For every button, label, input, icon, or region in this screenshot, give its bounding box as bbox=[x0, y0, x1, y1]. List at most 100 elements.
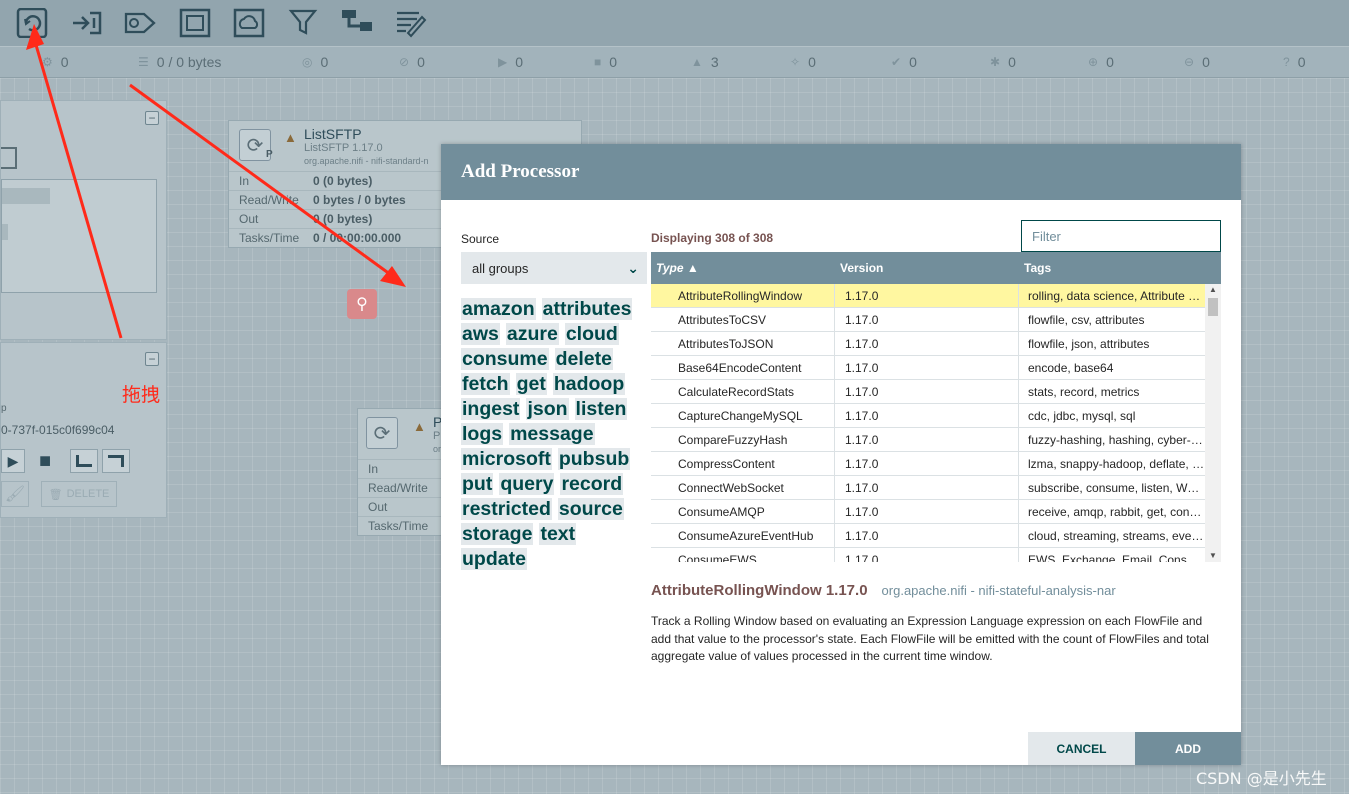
table-row[interactable]: ConsumeAMQP 1.17.0 receive, amqp, rabbit, … bbox=[651, 500, 1205, 524]
table-row[interactable]: AttributesToCSV 1.17.0 flowfile, csv, attr… bbox=[651, 308, 1205, 332]
stats-value: 0 (0 bytes) bbox=[313, 174, 373, 188]
column-type[interactable]: Type ▲ bbox=[651, 261, 835, 275]
play-icon: ▶ bbox=[498, 55, 508, 69]
stats-key: In bbox=[239, 174, 250, 188]
tag-fetch[interactable]: fetch bbox=[461, 373, 510, 395]
tag-cloud: amazon attributes aws azure cloud consume de… bbox=[461, 298, 643, 573]
process-group-panel-lower[interactable]: − p 0-737f-015c0f699c04 ▶ ■ 🖌 🗑 DELETE bbox=[0, 342, 167, 518]
template-button[interactable] bbox=[70, 449, 98, 473]
cell-tags: fuzzy-hashing, hashing, cyber-security bbox=[1028, 432, 1205, 447]
cancel-button[interactable]: CANCEL bbox=[1028, 732, 1135, 765]
cell-version: 1.17.0 bbox=[835, 332, 1019, 355]
remote-process-group-tool[interactable] bbox=[230, 6, 268, 40]
errors-status: ⊖ 0 bbox=[1184, 54, 1210, 70]
output-port-tool[interactable] bbox=[122, 6, 160, 40]
delete-label: DELETE bbox=[66, 488, 110, 500]
drop-search-button[interactable]: ⚲ bbox=[347, 289, 377, 319]
tag-message[interactable]: message bbox=[509, 423, 595, 445]
cell-version: 1.17.0 bbox=[835, 452, 1019, 475]
threads-icon: ⚙ bbox=[42, 55, 53, 69]
table-row[interactable]: CaptureChangeMySQL 1.17.0 cdc, jdbc, mysql… bbox=[651, 404, 1205, 428]
stop-icon: ■ bbox=[594, 55, 602, 69]
tag-source[interactable]: source bbox=[557, 498, 624, 520]
stats-value: 0 / 00:00:00.000 bbox=[313, 231, 402, 245]
search-icon: ⚲ bbox=[356, 296, 368, 313]
delete-button[interactable]: 🗑 DELETE bbox=[41, 481, 117, 507]
flow-status-bar: ⚙ 0 ☰ 0 / 0 bytes ◎ 0 ⊘ 0 ▶ 0 ■ 0 ▲ 3 ✧ 0 ✔ 0 ✱ 0 … bbox=[0, 46, 1349, 78]
locally-modified-status: ✱ 0 bbox=[990, 54, 1016, 70]
not-transmitting-status: ⊘ 0 bbox=[399, 54, 425, 70]
scroll-thumb[interactable] bbox=[1208, 298, 1218, 316]
source-select[interactable]: all groups ⌄ bbox=[461, 252, 647, 284]
scroll-down-icon[interactable]: ▼ bbox=[1205, 550, 1221, 562]
cell-type: ConsumeAzureEventHub bbox=[651, 524, 835, 547]
table-row[interactable]: ConsumeAzureEventHub 1.17.0 cloud, streami… bbox=[651, 524, 1205, 548]
tag-query[interactable]: query bbox=[499, 473, 555, 495]
tag-aws[interactable]: aws bbox=[461, 323, 500, 345]
table-row[interactable]: AttributesToJSON 1.17.0 flowfile, json, at… bbox=[651, 332, 1205, 356]
tag-storage[interactable]: storage bbox=[461, 523, 534, 545]
collapse-button-lower[interactable]: − bbox=[145, 352, 159, 366]
tag-attributes[interactable]: attributes bbox=[541, 298, 633, 320]
tag-listen[interactable]: listen bbox=[574, 398, 628, 420]
process-group-panel[interactable]: − bbox=[0, 100, 167, 340]
filter-input[interactable] bbox=[1021, 220, 1221, 252]
cell-tags: encode, base64 bbox=[1028, 360, 1114, 375]
tag-ingest[interactable]: ingest bbox=[461, 398, 521, 420]
asterisk-icon: ✱ bbox=[990, 55, 1001, 69]
table-row[interactable]: AttributeRollingWindow 1.17.0 rolling, dat… bbox=[651, 284, 1205, 308]
stop-icon: ■ bbox=[38, 449, 52, 472]
column-tags[interactable]: Tags bbox=[1019, 261, 1221, 275]
up-to-date-status: ✔ 0 bbox=[891, 54, 917, 70]
table-row[interactable]: Base64EncodeContent 1.17.0 encode, base64 bbox=[651, 356, 1205, 380]
tag-azure[interactable]: azure bbox=[505, 323, 559, 345]
tag-json[interactable]: json bbox=[526, 398, 569, 420]
stopped-status: ■ 0 bbox=[594, 54, 618, 70]
tag-cloud[interactable]: cloud bbox=[564, 323, 619, 345]
tag-put[interactable]: put bbox=[461, 473, 494, 495]
tag-delete[interactable]: delete bbox=[554, 348, 613, 370]
tag-get[interactable]: get bbox=[515, 373, 547, 395]
start-button[interactable]: ▶ bbox=[1, 449, 25, 473]
table-body: AttributeRollingWindow 1.17.0 rolling, dat… bbox=[651, 284, 1205, 562]
template-icon bbox=[342, 10, 372, 31]
tag-update[interactable]: update bbox=[461, 548, 527, 570]
tag-microsoft[interactable]: microsoft bbox=[461, 448, 552, 470]
table-row[interactable]: CompareFuzzyHash 1.17.0 fuzzy-hashing, has… bbox=[651, 428, 1205, 452]
tag-amazon[interactable]: amazon bbox=[461, 298, 536, 320]
collapse-button[interactable]: − bbox=[145, 111, 159, 125]
add-button[interactable]: ADD bbox=[1135, 732, 1241, 765]
column-version[interactable]: Version bbox=[835, 261, 1019, 275]
output-port-icon bbox=[124, 12, 156, 34]
tag-pubsub[interactable]: pubsub bbox=[557, 448, 631, 470]
tag-hadoop[interactable]: hadoop bbox=[552, 373, 626, 395]
upload-template-button[interactable] bbox=[102, 449, 130, 473]
stats-key: Out bbox=[368, 500, 388, 514]
dialog-header: Add Processor bbox=[441, 144, 1241, 200]
funnel-tool[interactable] bbox=[284, 6, 322, 40]
processor-version: ListSFTP 1.17.0 bbox=[304, 142, 383, 154]
table-row[interactable]: CalculateRecordStats 1.17.0 stats, record,… bbox=[651, 380, 1205, 404]
table-row[interactable]: CompressContent 1.17.0 lzma, snappy-hadoop… bbox=[651, 452, 1205, 476]
cell-type: CaptureChangeMySQL bbox=[651, 404, 835, 427]
table-row[interactable]: ConsumeEWS 1.17.0 EWS, Exchange, Email, Co… bbox=[651, 548, 1205, 562]
table-row[interactable]: ConnectWebSocket 1.17.0 subscribe, consume… bbox=[651, 476, 1205, 500]
group-id: 0-737f-015c0f699c04 bbox=[1, 423, 115, 437]
template-tool[interactable] bbox=[338, 6, 376, 40]
tag-logs[interactable]: logs bbox=[461, 423, 504, 445]
stats-key: Tasks/Time bbox=[368, 519, 429, 533]
tag-text[interactable]: text bbox=[539, 523, 577, 545]
second-processor[interactable]: ⟳ ▲ P P or In Read/Write Out Tasks/Time bbox=[357, 408, 447, 536]
process-group-tool[interactable] bbox=[176, 6, 214, 40]
tag-record[interactable]: record bbox=[560, 473, 624, 495]
scroll-up-icon[interactable]: ▲ bbox=[1205, 284, 1221, 296]
input-port-tool[interactable] bbox=[68, 6, 106, 40]
processor-p-badge: P bbox=[266, 149, 273, 160]
stop-button[interactable]: ■ bbox=[31, 449, 59, 473]
tag-restricted[interactable]: restricted bbox=[461, 498, 552, 520]
label-tool[interactable] bbox=[392, 6, 430, 40]
table-scrollbar[interactable]: ▲ ▼ bbox=[1205, 284, 1221, 562]
processor-tool[interactable] bbox=[14, 6, 52, 40]
tag-consume[interactable]: consume bbox=[461, 348, 549, 370]
color-button[interactable]: 🖌 bbox=[1, 481, 29, 507]
